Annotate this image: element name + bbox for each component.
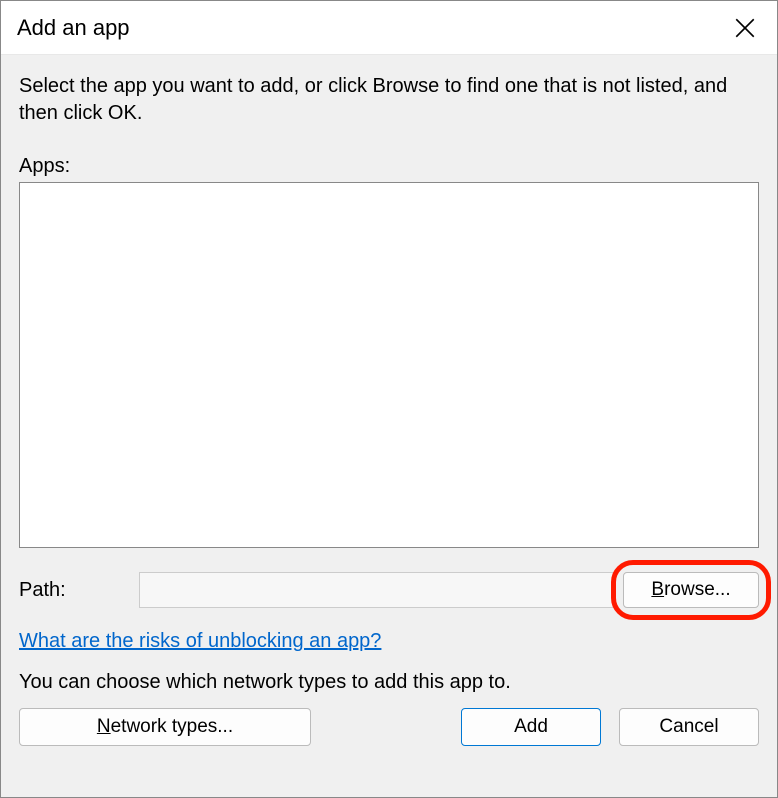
path-label: Path: [19, 579, 139, 602]
path-row: Path: Browse... [19, 572, 759, 608]
apps-label: Apps: [19, 155, 759, 178]
button-row: Network types... Add Cancel [19, 708, 759, 746]
apps-listbox[interactable] [19, 182, 759, 548]
dialog-title: Add an app [17, 15, 130, 41]
instruction-text: Select the app you want to add, or click… [19, 73, 759, 127]
add-app-dialog: Add an app Select the app you want to ad… [0, 0, 778, 798]
network-types-button[interactable]: Network types... [19, 708, 311, 746]
add-button[interactable]: Add [461, 708, 601, 746]
risks-link[interactable]: What are the risks of unblocking an app? [19, 630, 381, 653]
titlebar: Add an app [1, 1, 777, 55]
cancel-button[interactable]: Cancel [619, 708, 759, 746]
dialog-content: Select the app you want to add, or click… [1, 55, 777, 797]
path-input[interactable] [139, 572, 615, 608]
browse-button[interactable]: Browse... [623, 572, 759, 608]
network-types-note: You can choose which network types to ad… [19, 671, 759, 694]
close-icon [735, 18, 755, 38]
close-button[interactable] [713, 1, 777, 55]
